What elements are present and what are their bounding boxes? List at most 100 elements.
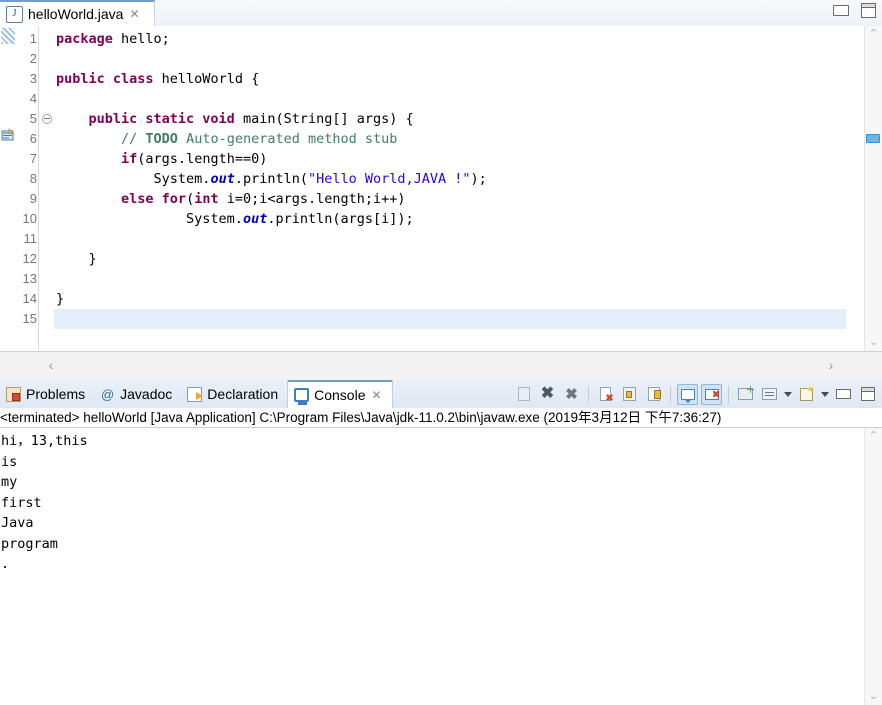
fold-collapse-icon[interactable] [42,114,52,124]
line-number: 6 [29,131,37,146]
code-text-area[interactable]: package hello; public class helloWorld {… [54,26,846,351]
console-output-line: program [1,535,58,552]
view-tab-bar: Problems @ Javadoc Declaration Console ✕ ✖ ✖ [0,380,882,408]
editor-horizontal-scrollbar[interactable]: ‹ › [0,352,882,378]
display-selected-console-icon [762,388,777,400]
display-selected-console-button[interactable] [759,384,780,405]
code-line[interactable]: System.out.println("Hello World,JAVA !")… [54,169,846,189]
scroll-lock-icon [623,387,636,401]
code-line[interactable]: // TODO Auto-generated method stub [54,129,846,149]
chevron-down-icon[interactable] [820,384,830,404]
code-line[interactable] [54,309,846,329]
tab-declaration[interactable]: Declaration [181,380,287,408]
editor-vertical-scrollbar[interactable]: ⌃ ⌄ [864,26,882,351]
word-wrap-button[interactable] [643,384,664,405]
code-line[interactable]: package hello; [54,29,846,49]
pin-console-icon [738,388,753,400]
scroll-left-arrow-icon[interactable]: ‹ [42,356,60,374]
code-token: out [242,211,268,227]
fold-slot [40,209,54,229]
console-output-line: first [1,494,42,511]
code-line[interactable]: else for(int i=0;i<args.length;i++) [54,189,846,209]
code-token: ); [470,171,487,187]
code-editor[interactable]: 1 2 3 4 5 6 7 8 9 10 11 12 13 14 15 package hello; pub… [0,26,882,352]
scroll-right-arrow-icon[interactable]: › [822,356,840,374]
open-console-button[interactable] [796,384,817,405]
console-output-line: is [1,453,18,470]
tab-console[interactable]: Console ✕ [287,380,393,408]
remove-all-terminated-icon: ✖ [565,385,578,403]
code-token: package [56,31,122,47]
code-line[interactable] [54,49,846,69]
console-scroll-up-arrow-icon[interactable]: ⌃ [865,428,882,445]
code-line[interactable] [54,269,846,289]
tab-problems[interactable]: Problems [0,380,94,408]
line-number: 13 [22,271,37,286]
fold-slot[interactable] [40,109,54,129]
code-token: i=0;i<args.length;i++) [218,191,406,207]
chevron-down-icon[interactable] [783,384,793,404]
scroll-lock-button[interactable] [619,384,640,405]
fold-slot [40,269,54,289]
code-line[interactable] [54,89,846,109]
show-console-on-output-button[interactable] [677,383,698,405]
pin-console-button[interactable] [735,384,756,405]
java-file-icon [6,5,23,23]
line-number: 2 [29,51,37,66]
remove-launch-icon: ✖ [540,385,555,402]
terminate-all-button[interactable] [513,384,534,405]
scroll-down-arrow-icon[interactable]: ⌄ [865,334,882,351]
line-number: 5 [29,111,37,126]
code-token: } [56,291,65,307]
code-token: out [210,171,235,187]
toolbar-separator [588,385,589,403]
code-token: ( [186,191,195,207]
console-output-text[interactable]: hi，13,this is my first Java program. [0,429,852,705]
close-icon[interactable]: ✕ [128,7,140,21]
fold-slot [40,69,54,89]
todo-task-icon[interactable] [1,128,15,142]
console-process-label: <terminated> helloWorld [Java Applicatio… [0,408,882,428]
folding-gutter[interactable] [40,26,54,351]
editor-vertical-ruler[interactable] [0,26,16,351]
code-line[interactable]: public static void main(String[] args) { [54,109,846,129]
remove-launch-button[interactable]: ✖ [537,384,558,405]
code-token: .println(args[i]); [267,211,414,227]
problems-icon [6,386,21,402]
scroll-up-arrow-icon[interactable]: ⌃ [865,26,882,43]
console-icon [294,388,310,405]
maximize-icon[interactable] [861,3,876,18]
editor-tab-label: helloWorld.java [28,6,124,22]
close-icon[interactable]: ✕ [371,388,383,402]
remove-all-terminated-button[interactable]: ✖ [561,384,582,405]
code-token: helloWorld { [161,71,260,87]
maximize-panel-button[interactable] [857,384,878,405]
line-number: 7 [29,151,37,166]
code-line[interactable] [54,229,846,249]
code-line[interactable]: if(args.length==0) [54,149,846,169]
code-line[interactable]: } [54,249,846,269]
console-scroll-down-arrow-icon[interactable]: ⌄ [865,688,882,705]
show-console-on-error-button[interactable] [701,383,722,405]
code-token: // [121,131,146,147]
line-number: 12 [22,251,37,266]
code-token: main(String[] args) { [242,111,414,127]
code-line[interactable]: System.out.println(args[i]); [54,209,846,229]
changed-lines-marker [1,28,15,44]
declaration-icon [187,386,204,402]
fold-slot [40,229,54,249]
line-number: 11 [23,231,38,246]
overview-ruler-marker[interactable] [866,134,880,143]
fold-slot [40,289,54,309]
minimize-icon[interactable] [833,5,849,16]
clear-console-button[interactable] [595,384,616,405]
code-line[interactable]: } [54,289,846,309]
code-line[interactable]: public class helloWorld { [54,69,846,89]
console-toolbar: ✖ ✖ [513,382,878,406]
editor-tab-helloworld[interactable]: helloWorld.java ✕ [0,0,155,26]
console-vertical-scrollbar[interactable]: ⌃ ⌄ [864,428,882,705]
tab-label: Declaration [207,386,279,402]
minimize-panel-button[interactable] [833,384,854,405]
tab-javadoc[interactable]: @ Javadoc [94,380,181,408]
